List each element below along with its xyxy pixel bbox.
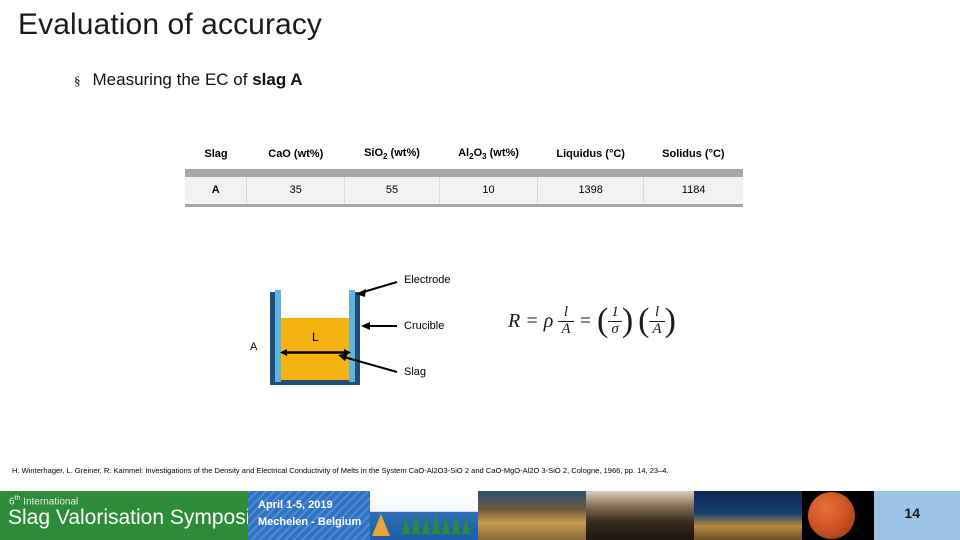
length-label: L — [312, 330, 319, 344]
formula-frac2-denominator: σ — [608, 320, 622, 338]
footer-symposium-title: Slag Valorisation Symposium — [8, 506, 280, 529]
column-header-sio2-base: SiO — [364, 147, 384, 159]
reference-citation: H. Winterhager, L. Greiner, R. Kammel: I… — [12, 466, 669, 475]
cell-al2o3: 10 — [439, 175, 539, 208]
formula-equals-1: = — [525, 309, 539, 332]
footer-photo-audience — [586, 491, 694, 540]
landscape-trees-icon — [402, 513, 470, 534]
footer-event-date: April 1-5, 2019 — [258, 499, 333, 511]
formula-frac1-numerator: l — [563, 304, 568, 320]
column-header-al2o3-mid: O — [473, 147, 483, 159]
footer-photo-city-evening — [478, 491, 586, 540]
column-header-al2o3: Al2O3 (wt%) — [439, 140, 538, 172]
formula-fraction-1-over-sigma: 1 σ — [608, 304, 622, 338]
column-header-al2o3-base: Al — [458, 147, 470, 159]
callout-label-crucible: Crucible — [404, 320, 445, 332]
callout-label-electrode: Electrode — [404, 274, 451, 286]
formula-frac2-numerator: 1 — [611, 304, 619, 320]
crucible-wall-right-shape — [355, 292, 360, 385]
footer-event-location: Mechelen - Belgium — [258, 516, 362, 528]
formula-paren-open-1: ( — [597, 301, 609, 339]
bullet-item: § Measuring the EC of slag A — [74, 70, 303, 90]
formula-lhs: R — [508, 309, 521, 332]
column-header-solidus: Solidus (°C) — [643, 140, 743, 172]
bullet-text-prefix: Measuring the EC of — [92, 70, 253, 89]
column-header-sio2-unit: (wt%) — [387, 147, 420, 159]
column-header-cao: CaO (wt%) — [246, 140, 345, 172]
area-label: A — [250, 341, 258, 353]
cell-sio2: 55 — [344, 175, 440, 208]
column-header-liquidus: Liquidus (°C) — [537, 140, 644, 172]
footer-banner: 6th International Slag Valorisation Symp… — [0, 491, 960, 540]
formula-frac3-numerator: l — [654, 304, 660, 320]
footer-photo-landscape — [370, 491, 478, 540]
crucible-bottom-shape — [270, 380, 360, 385]
electrode-right-shape — [349, 290, 355, 382]
column-header-al2o3-unit: (wt%) — [486, 147, 519, 159]
formula-group-1-over-sigma: ( 1 σ ) — [597, 301, 634, 339]
column-header-slag: Slag — [185, 140, 247, 172]
cell-solidus: 1184 — [643, 175, 743, 208]
formula-fraction-l-over-A-2: l A — [649, 304, 665, 338]
cell-cao: 35 — [246, 175, 346, 208]
table-row: A 35 55 10 1398 1184 — [185, 175, 743, 208]
cell-liquidus: 1398 — [537, 175, 645, 208]
moon-icon — [808, 492, 855, 539]
footer-event-info-block: April 1-5, 2019 Mechelen - Belgium — [248, 491, 370, 540]
resistance-formula: R = ρ l A = ( 1 σ ) ( l A ) — [508, 301, 676, 339]
callout-label-slag: Slag — [404, 366, 427, 378]
landscape-wedge-shape — [372, 514, 390, 536]
formula-equals-2: = — [578, 309, 593, 332]
page-title: Evaluation of accuracy — [18, 8, 323, 41]
formula-paren-close-2: ) — [664, 301, 676, 339]
formula-fraction-l-over-A: l A — [558, 304, 574, 338]
footer-page-strip: 14 — [874, 491, 960, 540]
slag-composition-table: Slag CaO (wt%) SiO2 (wt%) Al2O3 (wt%) Li… — [185, 140, 743, 208]
column-header-sio2: SiO2 (wt%) — [344, 140, 440, 172]
formula-group-l-over-A: ( l A ) — [638, 301, 676, 339]
bullet-item-label: Measuring the EC of slag A — [93, 70, 303, 90]
footer-symposium-block: 6th International Slag Valorisation Symp… — [0, 491, 280, 540]
crucible-diagram: A L Electrode Crucible Slag — [232, 262, 492, 392]
formula-paren-open-2: ( — [638, 301, 650, 339]
length-dimension-arrow-icon — [280, 349, 351, 356]
formula-frac1-denominator: A — [558, 320, 574, 338]
formula-paren-close-1: ) — [621, 301, 634, 339]
formula-rho: ρ — [543, 309, 554, 332]
bullet-text-emphasis: slag A — [252, 70, 303, 89]
bullet-marker-icon: § — [74, 73, 81, 88]
cell-slag: A — [185, 175, 248, 208]
page-number: 14 — [904, 505, 920, 521]
formula-frac3-denominator: A — [649, 320, 665, 338]
table-header-row: Slag CaO (wt%) SiO2 (wt%) Al2O3 (wt%) Li… — [185, 140, 743, 172]
footer-photo-moon — [802, 491, 874, 540]
footer-photo-city-night — [694, 491, 802, 540]
